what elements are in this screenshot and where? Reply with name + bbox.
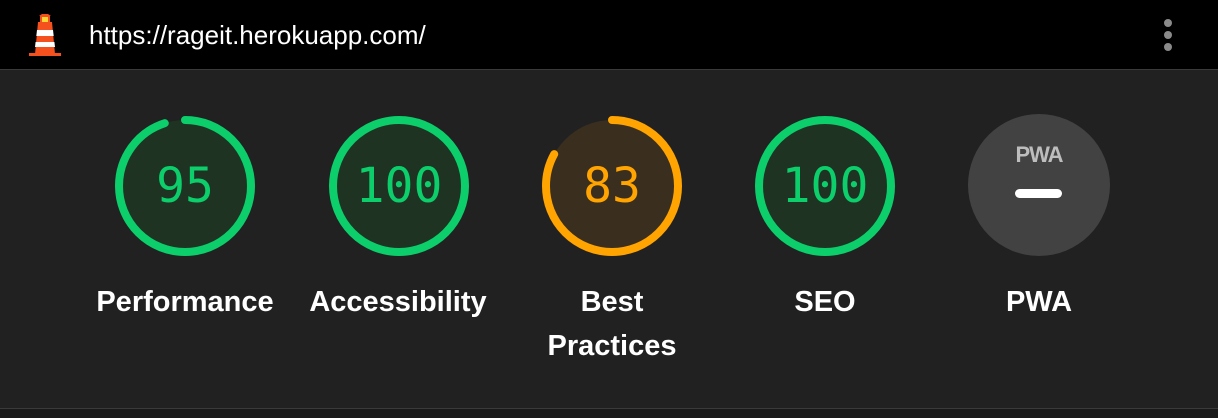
accessibility-gauge[interactable]: 100 <box>327 114 471 258</box>
scores-panel: 95 Performance 100 Accessibility 83 Best… <box>0 70 1218 409</box>
performance-gauge[interactable]: 95 <box>113 114 257 258</box>
pwa-dash-icon <box>1015 189 1062 198</box>
pwa-badge-title: PWA <box>1015 142 1063 167</box>
best-practices-gauge[interactable]: 83 <box>540 114 684 258</box>
best-practices-score: 83 <box>583 158 641 214</box>
pwa-label: PWA <box>1005 286 1073 318</box>
best-practices-label-line2: Practices <box>547 330 677 362</box>
seo-label: SEO <box>794 286 856 318</box>
accessibility-label: Accessibility <box>309 286 487 318</box>
performance-score: 95 <box>156 158 214 214</box>
kebab-menu-icon[interactable] <box>1152 14 1184 56</box>
seo-score: 100 <box>781 158 869 214</box>
lighthouse-icon <box>29 14 61 56</box>
report-url: https://rageit.herokuapp.com/ <box>89 20 426 50</box>
bottom-divider <box>0 409 1218 418</box>
pwa-badge[interactable]: PWA <box>968 114 1110 256</box>
best-practices-label-line1: Best <box>580 286 644 318</box>
report-header: https://rageit.herokuapp.com/ <box>0 0 1218 70</box>
best-practices-label: Best Practices <box>492 280 732 368</box>
performance-label: Performance <box>96 286 274 318</box>
accessibility-score: 100 <box>355 158 443 214</box>
seo-gauge[interactable]: 100 <box>753 114 897 258</box>
